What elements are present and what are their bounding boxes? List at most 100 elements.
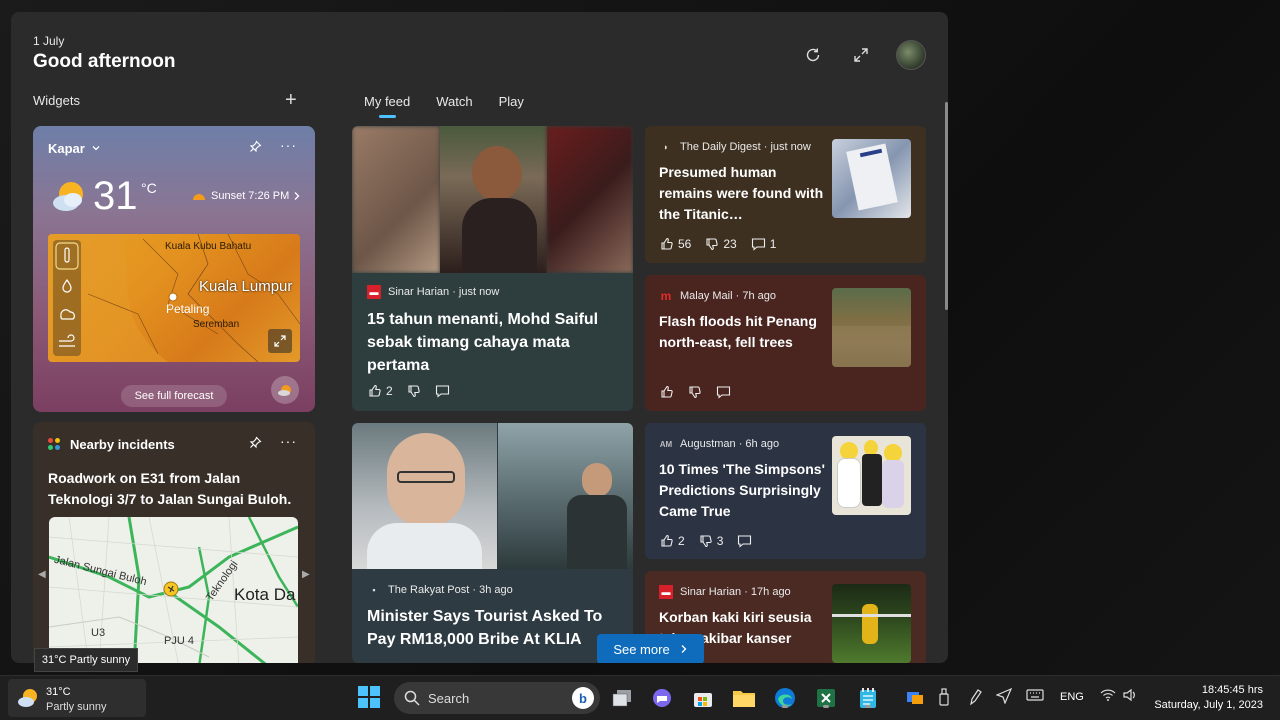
thumbs-up-icon	[661, 534, 673, 547]
profile-avatar[interactable]	[896, 40, 926, 70]
location-arrow-icon[interactable]	[995, 687, 1013, 709]
chevron-down-icon	[91, 141, 101, 156]
news-headline[interactable]: 15 tahun menanti, Mohd Saiful sebak tima…	[367, 308, 622, 377]
like-count: 2	[678, 534, 685, 548]
widgets-panel: 1 July Good afternoon Widgets + My feed …	[11, 12, 948, 663]
thumbs-up-icon	[369, 384, 381, 397]
chevron-right-icon	[681, 645, 687, 653]
tab-my-feed[interactable]: My feed	[364, 94, 410, 118]
like-button[interactable]: 56	[660, 237, 691, 251]
dislike-button[interactable]: 3	[699, 534, 723, 548]
weather-map[interactable]: Kuala Kubu Bahatu Kuala Lumpur Petaling …	[48, 234, 300, 362]
like-button[interactable]: 2	[660, 534, 685, 548]
like-count: 2	[386, 384, 393, 398]
running-indicator	[782, 705, 788, 708]
news-source: AM Augustman · 6h ago	[659, 437, 779, 451]
windows-start-icon[interactable]	[358, 686, 380, 713]
nearby-incidents-widget[interactable]: Nearby incidents ··· Roadwork on E31 fro…	[33, 422, 315, 663]
excel-icon[interactable]	[813, 685, 839, 711]
incident-description[interactable]: Roadwork on E31 from Jalan Teknologi 3/7…	[48, 468, 306, 510]
taskbar: 31°C Partly sunny Search b ENG 18:45:45 …	[0, 675, 1280, 720]
search-placeholder: Search	[428, 690, 470, 706]
comment-button[interactable]	[737, 534, 752, 548]
expand-icon[interactable]	[848, 42, 874, 68]
search-icon	[404, 690, 420, 706]
dislike-button[interactable]	[688, 385, 702, 399]
keyboard-icon[interactable]	[1026, 688, 1044, 707]
news-card[interactable]: ▪ The Rakyat Post · 3h ago Minister Says…	[352, 423, 633, 663]
chevron-left-icon[interactable]: ◀	[38, 569, 46, 580]
see-more-button[interactable]: See more	[597, 634, 704, 663]
tab-play[interactable]: Play	[499, 94, 524, 109]
news-card[interactable]: AM Augustman · 6h ago 10 Times 'The Simp…	[645, 423, 926, 559]
weather-location-label: Kapar	[48, 141, 85, 156]
wifi-icon[interactable]	[1100, 688, 1116, 707]
thumbs-down-icon	[689, 386, 701, 399]
feed-scrollbar[interactable]	[945, 102, 948, 310]
greeting: Good afternoon	[33, 51, 176, 72]
thumbs-down-icon	[706, 238, 719, 251]
header-actions	[800, 40, 926, 70]
clock[interactable]: 18:45:45 hrs Saturday, July 1, 2023	[1154, 683, 1263, 713]
taskbar-weather-condition: Partly sunny	[46, 701, 107, 713]
task-view-icon[interactable]	[609, 685, 635, 711]
weather-tooltip: 31°C Partly sunny	[34, 648, 138, 672]
pin-icon[interactable]	[249, 140, 262, 158]
pen-device-icon[interactable]	[968, 688, 982, 711]
add-widget-button[interactable]: +	[285, 90, 297, 110]
news-card[interactable]: m Malay Mail · 7h ago Flash floods hit P…	[645, 275, 926, 411]
more-options-icon[interactable]: ···	[280, 433, 297, 449]
thumbs-up-icon	[661, 237, 673, 250]
taskbar-weather-button[interactable]: 31°C Partly sunny	[8, 679, 146, 717]
edge-browser-icon[interactable]	[772, 685, 798, 711]
input-language[interactable]: ENG	[1060, 691, 1084, 703]
news-headline[interactable]: 10 Times 'The Simpsons' Predictions Surp…	[659, 459, 829, 522]
news-image	[832, 436, 911, 515]
file-explorer-icon[interactable]	[731, 685, 757, 711]
like-button[interactable]	[660, 385, 674, 399]
dislike-button[interactable]: 23	[705, 237, 737, 251]
tab-watch[interactable]: Watch	[436, 94, 472, 109]
news-headline[interactable]: Flash floods hit Penang north-east, fell…	[659, 311, 829, 353]
news-headline[interactable]: Minister Says Tourist Asked To Pay RM18,…	[367, 605, 622, 651]
weather-location[interactable]: Kapar	[48, 141, 101, 156]
weather-widget[interactable]: Kapar ··· 31 °C Sunset 7:26 PM Kuala Kub…	[33, 126, 315, 412]
refresh-icon[interactable]	[800, 42, 826, 68]
volume-icon[interactable]	[1122, 688, 1138, 707]
usb-device-icon[interactable]	[938, 688, 950, 711]
bing-icon[interactable]: b	[572, 687, 594, 709]
comment-button[interactable]: 1	[751, 237, 776, 251]
comment-icon	[435, 385, 449, 398]
incident-map[interactable]: Jalan Sungai Buloh Teknologi Kota Da U3 …	[49, 517, 298, 663]
taskbar-search-box[interactable]: Search b	[394, 682, 600, 714]
dislike-button[interactable]	[407, 384, 421, 398]
notepad-icon[interactable]	[855, 685, 881, 711]
news-card[interactable]: ◗ The Daily Digest · just now Presumed h…	[645, 126, 926, 263]
malay-mail-logo-icon: m	[660, 289, 672, 303]
sunset-info[interactable]: Sunset 7:26 PM	[191, 190, 301, 202]
more-options-icon[interactable]: ···	[280, 137, 297, 153]
comment-button[interactable]	[716, 385, 731, 399]
microsoft-store-icon[interactable]	[690, 685, 716, 711]
map-label: Kuala Kubu Bahatu	[165, 241, 252, 252]
see-full-forecast-button[interactable]: See full forecast	[121, 385, 227, 407]
comment-button[interactable]	[435, 384, 450, 398]
partly-sunny-icon	[17, 687, 41, 714]
chevron-right-icon[interactable]: ▶	[302, 569, 310, 580]
news-source-label: Sinar Harian · just now	[388, 286, 500, 298]
news-source-label: Malay Mail · 7h ago	[680, 290, 776, 302]
news-image	[352, 423, 633, 569]
expand-map-icon[interactable]	[268, 329, 292, 353]
pin-icon[interactable]	[249, 436, 262, 454]
map-label: PJU 4	[164, 635, 194, 647]
news-source: ▬ Sinar Harian · 17h ago	[659, 585, 791, 599]
comment-icon	[716, 386, 731, 399]
news-headline[interactable]: Presumed human remains were found with t…	[659, 162, 829, 225]
tray-app-icon[interactable]	[906, 688, 924, 711]
comment-icon	[751, 238, 765, 251]
weather-mini-icon[interactable]	[271, 376, 299, 404]
map-label: Petaling	[166, 302, 210, 316]
teams-chat-icon[interactable]	[649, 685, 675, 711]
news-card[interactable]: ▬ Sinar Harian · just now 15 tahun menan…	[352, 126, 633, 411]
like-button[interactable]: 2	[368, 384, 393, 398]
